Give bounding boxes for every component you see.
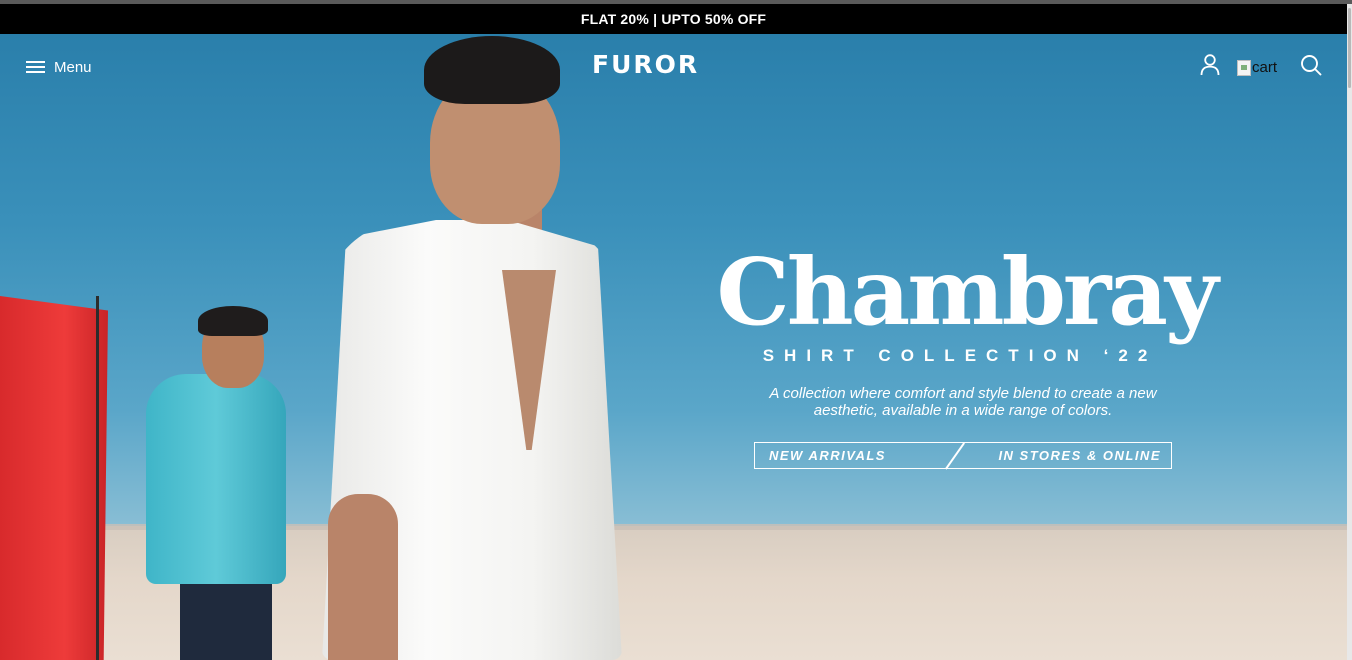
model-back-hair bbox=[198, 306, 268, 336]
hero-banner[interactable]: Menu FUROR cart Chambray SHIRT COLLECTIO… bbox=[0, 34, 1347, 660]
hero-description: A collection where comfort and style ble… bbox=[769, 385, 1157, 419]
model-front-hair bbox=[424, 36, 560, 104]
hamburger-icon bbox=[26, 60, 45, 74]
broken-image-icon bbox=[1237, 59, 1251, 76]
flag-pole bbox=[96, 296, 99, 660]
new-arrivals-link[interactable]: NEW ARRIVALS bbox=[755, 443, 964, 468]
menu-label: Menu bbox=[54, 58, 92, 76]
cart-icon[interactable]: cart bbox=[1237, 59, 1277, 76]
menu-button[interactable]: Menu bbox=[26, 57, 92, 77]
user-icon[interactable] bbox=[1200, 54, 1220, 81]
cta-divider bbox=[964, 443, 966, 468]
scrollbar-thumb[interactable] bbox=[1348, 8, 1351, 88]
cart-alt-text: cart bbox=[1252, 59, 1278, 76]
hero-cta-group: NEW ARRIVALS IN STORES & ONLINE bbox=[754, 442, 1172, 469]
model-front-arm bbox=[328, 494, 398, 660]
page-scrollbar[interactable] bbox=[1347, 4, 1352, 660]
in-stores-online-link[interactable]: IN STORES & ONLINE bbox=[966, 443, 1171, 468]
hero-subheadline: SHIRT COLLECTION ‘22 bbox=[762, 346, 1158, 365]
search-icon[interactable] bbox=[1300, 54, 1322, 81]
announcement-text: FLAT 20% | UPTO 50% OFF bbox=[580, 11, 767, 27]
announcement-bar: FLAT 20% | UPTO 50% OFF bbox=[0, 4, 1347, 34]
brand-logo[interactable]: FUROR bbox=[592, 50, 697, 80]
hero-headline: Chambray bbox=[716, 238, 1219, 346]
model-back-shirt bbox=[146, 374, 286, 584]
red-flag-prop bbox=[0, 296, 108, 660]
